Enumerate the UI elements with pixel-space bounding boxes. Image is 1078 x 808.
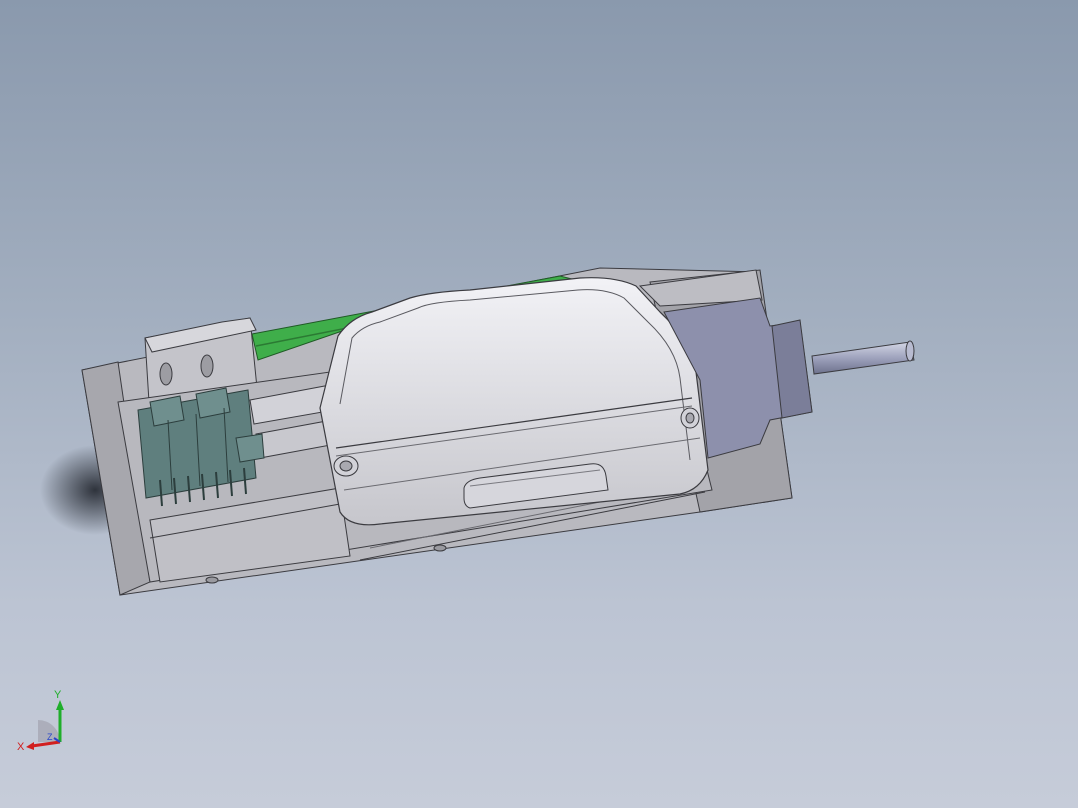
- x-axis-head: [26, 742, 34, 750]
- y-axis-head: [56, 700, 64, 710]
- y-axis-label: Y: [54, 689, 62, 701]
- x-axis-arrow: [31, 740, 61, 748]
- foot-1: [205, 576, 219, 584]
- motor-shaft[interactable]: [811, 340, 915, 375]
- terminal-connector[interactable]: [137, 387, 265, 507]
- x-axis-label: X: [17, 741, 25, 753]
- cover-screw-left-inner: [339, 460, 353, 472]
- foot-2: [433, 544, 447, 552]
- 3d-model-view[interactable]: [0, 0, 1078, 808]
- cover-screw-right-inner: [685, 412, 695, 424]
- screw-hole-1: [159, 362, 173, 386]
- z-axis-label: Z: [47, 732, 53, 742]
- cad-viewport[interactable]: Y X Z: [0, 0, 1078, 808]
- coordinate-triad[interactable]: Y X Z: [14, 684, 74, 754]
- screw-hole-2: [200, 354, 214, 378]
